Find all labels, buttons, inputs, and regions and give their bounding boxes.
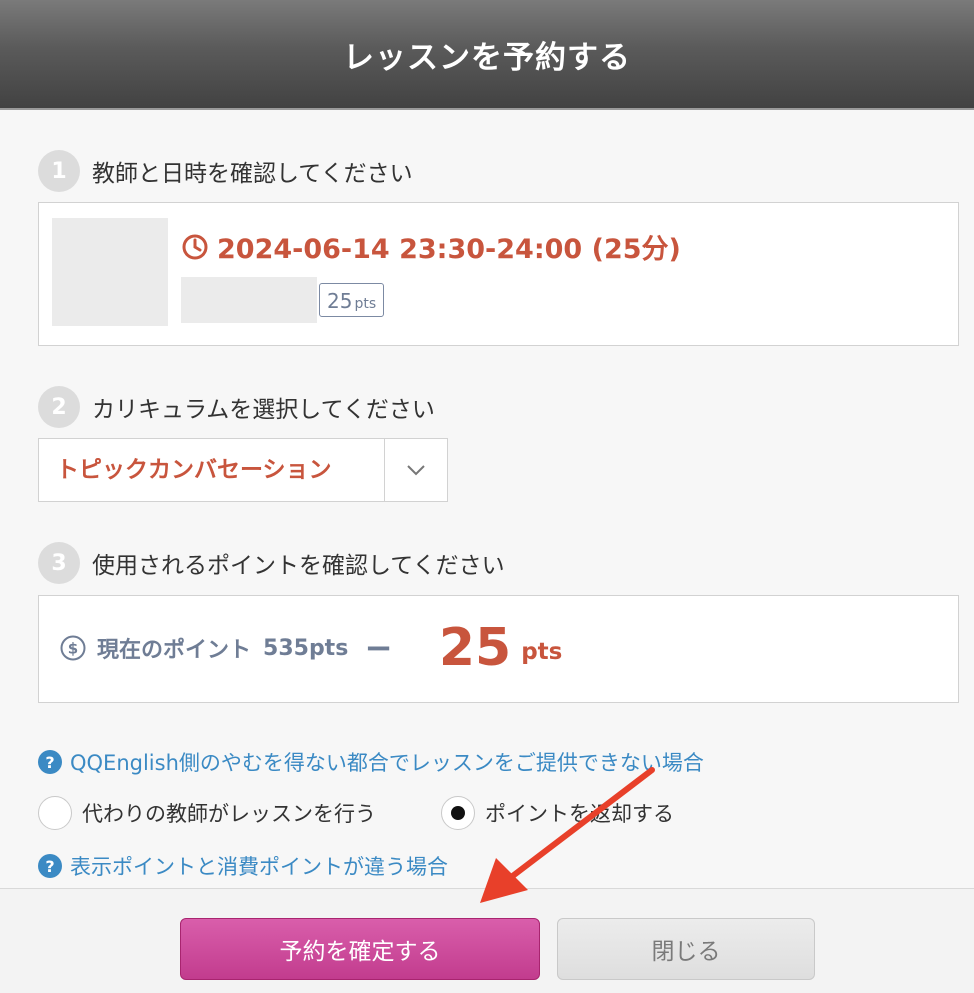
points-difference-help-link[interactable]: ? 表示ポイントと消費ポイントが違う場合 [38, 851, 448, 881]
lesson-datetime-text: 2024-06-14 23:30-24:00 (25分) [217, 234, 681, 265]
cancellation-help-text: QQEnglish側のやむを得ない都合でレッスンをご提供できない場合 [70, 751, 704, 775]
curriculum-select[interactable]: トピックカンバセーション [38, 438, 448, 502]
step-2-heading: 2 カリキュラムを選択してください [38, 386, 435, 428]
chevron-down-icon [407, 465, 425, 476]
teacher-datetime-box: 2024-06-14 23:30-24:00 (25分) 25 pts [38, 202, 959, 346]
points-box: $ 現在のポイント 535pts − 25 pts [38, 595, 959, 703]
points-difference-help-text: 表示ポイントと消費ポイントが違う場合 [70, 855, 448, 879]
modal-footer: 予約を確定する 閉じる [0, 888, 974, 993]
lesson-cost-value: 25 [438, 618, 512, 678]
step-3-label: 使用されるポイントを確認してください [92, 553, 505, 579]
step-1-label: 教師と日時を確認してください [92, 161, 413, 187]
teacher-points-value: 25 [327, 289, 353, 313]
step-3-number: 3 [38, 542, 80, 584]
teacher-name [181, 277, 317, 323]
current-points-label: 現在のポイント [97, 638, 252, 663]
teacher-photo [52, 218, 168, 326]
radio-selected-dot [451, 806, 465, 820]
question-circle-icon: ? [38, 750, 62, 774]
radio-substitute-teacher[interactable]: 代わりの教師がレッスンを行う [38, 796, 376, 830]
step-2-number: 2 [38, 386, 80, 428]
lesson-datetime: 2024-06-14 23:30-24:00 (25分) [181, 227, 681, 266]
step-1-number: 1 [38, 150, 80, 192]
radio-button[interactable] [38, 796, 72, 830]
svg-text:$: $ [68, 640, 78, 658]
modal-title: レッスンを予約する [343, 39, 631, 76]
curriculum-dropdown-toggle[interactable] [385, 439, 447, 501]
close-button[interactable]: 閉じる [557, 918, 815, 980]
clock-icon [182, 234, 208, 259]
step-1-heading: 1 教師と日時を確認してください [38, 150, 413, 192]
cancellation-help-link[interactable]: ? QQEnglish側のやむを得ない都合でレッスンをご提供できない場合 [38, 747, 704, 777]
teacher-points-badge: 25 pts [319, 283, 385, 317]
confirm-booking-button[interactable]: 予約を確定する [180, 918, 540, 980]
radio-button-selected[interactable] [441, 796, 475, 830]
current-points-value: 535pts [263, 635, 349, 661]
teacher-points-unit: pts [354, 296, 377, 312]
radio-label: ポイントを返却する [485, 802, 674, 826]
modal-header: レッスンを予約する [0, 0, 974, 110]
radio-refund-points[interactable]: ポイントを返却する [441, 796, 674, 830]
step-3-heading: 3 使用されるポイントを確認してください [38, 542, 505, 584]
curriculum-selected-value: トピックカンバセーション [56, 457, 332, 483]
dollar-circle-icon: $ [60, 635, 86, 661]
question-circle-icon: ? [38, 854, 62, 878]
minus-sign: − [364, 628, 393, 668]
lesson-cost-unit: pts [521, 639, 563, 665]
step-2-label: カリキュラムを選択してください [92, 397, 435, 423]
radio-label: 代わりの教師がレッスンを行う [82, 802, 376, 826]
points-summary: $ 現在のポイント 535pts − 25 pts [59, 596, 562, 700]
